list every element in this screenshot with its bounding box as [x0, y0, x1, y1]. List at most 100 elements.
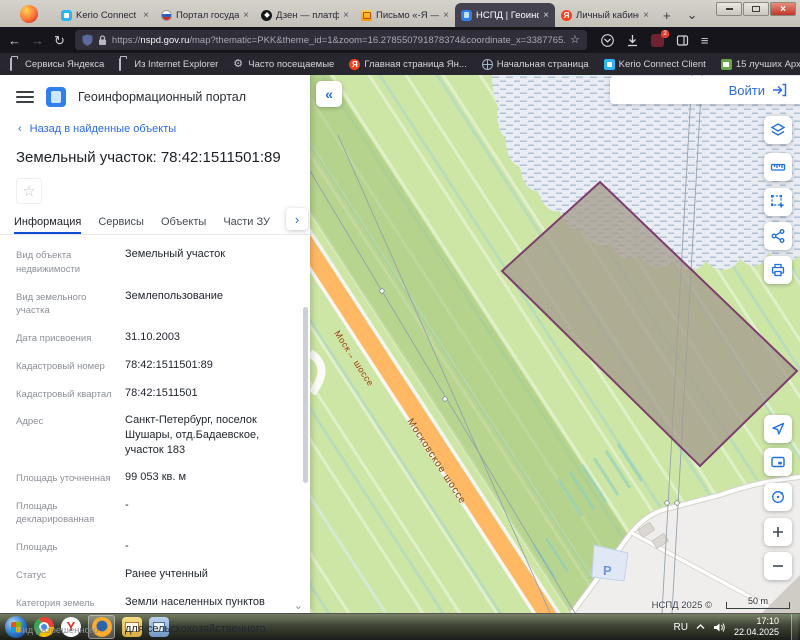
panel-scrollbar[interactable]	[303, 307, 308, 483]
plus-icon	[771, 525, 785, 539]
measure-button[interactable]	[764, 153, 792, 181]
minimize-button[interactable]	[716, 2, 742, 16]
url-scheme: https://	[112, 35, 141, 46]
map-attribution: НСПД 2025 ©	[652, 600, 712, 611]
browser-tab-dzen[interactable]: Дзен — платформ... ×	[255, 3, 355, 27]
tab-close-icon[interactable]: ×	[343, 10, 349, 21]
clock-time: 17:10	[734, 616, 779, 627]
bookmarks-bar: Сервисы Яндекса Из Internet Explorer ⚙Ча…	[0, 53, 800, 75]
tab-overflow-button[interactable]: ⌄	[679, 7, 706, 23]
bookmark-architects[interactable]: 15 лучших Архитекту...	[721, 59, 800, 70]
tab-title: Kerio Connect Client	[76, 10, 139, 21]
language-indicator[interactable]: RU	[674, 622, 688, 633]
login-button[interactable]: Войти	[610, 76, 800, 104]
browser-tab-kerio[interactable]: Kerio Connect Client ×	[55, 3, 155, 27]
browser-tab-gosuslugi[interactable]: Портал государств... ×	[155, 3, 255, 27]
share-button[interactable]	[764, 222, 792, 250]
document-icon	[721, 59, 732, 70]
browser-tab-mail[interactable]: Письмо «-Я — про... ×	[355, 3, 455, 27]
zoom-in-button[interactable]	[764, 518, 792, 546]
bookmark-start-page[interactable]: Начальная страница	[482, 59, 589, 70]
kerio-icon	[61, 10, 72, 21]
tab-close-icon[interactable]: ×	[443, 10, 449, 21]
field-row: Категория земельЗемли населенных пунктов	[16, 595, 294, 611]
extensions-puzzle-icon[interactable]	[676, 34, 689, 47]
field-label: Дата присвоения	[16, 330, 113, 346]
field-value: 31.10.2003	[113, 330, 294, 346]
chevrons-left-icon: «	[325, 86, 333, 102]
field-value: -	[113, 498, 294, 528]
bookmark-yandex-services[interactable]: Сервисы Яндекса	[10, 59, 104, 70]
scroll-down-icon[interactable]: ⌄	[294, 599, 303, 612]
bookmark-label: Главная страница Ян...	[364, 59, 466, 70]
clock[interactable]: 17:10 22.04.2025	[734, 616, 783, 639]
map-canvas[interactable]: Р Моск→ шоссе Московское шоссе	[310, 75, 800, 613]
tabs-scroll-right-button[interactable]: ›	[286, 208, 308, 230]
select-area-button[interactable]	[764, 188, 792, 216]
locate-me-button[interactable]	[764, 415, 792, 443]
page-content: Геоинформационный портал ‹ Назад в найде…	[0, 75, 800, 613]
maximize-button[interactable]	[743, 2, 769, 16]
lock-icon[interactable]	[98, 35, 107, 46]
volume-icon[interactable]	[713, 622, 726, 633]
tray-expand-icon[interactable]	[696, 624, 705, 630]
pocket-icon[interactable]	[601, 34, 614, 47]
field-row: Кадастровый квартал78:42:1511501	[16, 386, 294, 402]
browser-tab-nspd-active[interactable]: НСПД | Геоинформ... ×	[455, 3, 555, 27]
tab-services[interactable]: Сервисы	[98, 216, 144, 234]
chevron-left-icon: ‹	[18, 123, 22, 135]
bookmark-yandex-home[interactable]: ЯГлавная страница Ян...	[349, 59, 466, 70]
tab-close-icon[interactable]: ×	[543, 10, 549, 21]
tab-title: НСПД | Геоинформ...	[476, 10, 539, 21]
compass-tool-button[interactable]	[764, 483, 792, 511]
menu-icon[interactable]: ≡	[701, 34, 709, 47]
tracking-shield-icon[interactable]	[82, 34, 93, 46]
ruler-icon	[770, 159, 786, 175]
field-value: 78:42:1511501:89	[113, 358, 294, 374]
reload-icon[interactable]: ↻	[54, 34, 65, 47]
field-label: Площадь декларированная	[16, 498, 113, 528]
bookmark-label: 15 лучших Архитекту...	[736, 59, 800, 70]
field-row: Площадь декларированная-	[16, 498, 294, 528]
browser-tab-cabinet[interactable]: Я Личный кабинет «П... ×	[555, 3, 655, 27]
field-row: Кадастровый номер78:42:1511501:89	[16, 358, 294, 374]
print-button[interactable]	[764, 256, 792, 284]
layers-button[interactable]	[764, 116, 792, 144]
nspd-icon	[461, 10, 472, 21]
tab-objects[interactable]: Объекты	[161, 216, 206, 234]
nspd-logo-icon	[46, 87, 66, 107]
object-info-panel: Геоинформационный портал ‹ Назад в найде…	[0, 75, 310, 613]
field-row: Дата присвоения31.10.2003	[16, 330, 294, 346]
bookmark-star-icon[interactable]: ☆	[570, 35, 580, 46]
share-icon	[770, 228, 786, 244]
bookmark-from-ie[interactable]: Из Internet Explorer	[119, 59, 218, 70]
tab-parcel-parts[interactable]: Части ЗУ	[223, 216, 270, 234]
tab-close-icon[interactable]: ×	[143, 10, 149, 21]
tab-information[interactable]: Информация	[14, 216, 81, 234]
download-icon[interactable]	[626, 34, 639, 47]
zoom-out-button[interactable]	[764, 552, 792, 580]
tab-title: Портал государств...	[176, 10, 239, 21]
new-tab-button[interactable]: +	[655, 8, 679, 23]
minimap-button[interactable]	[764, 448, 792, 476]
window-controls: ×	[716, 2, 796, 16]
extension-badged-icon[interactable]: 2	[651, 34, 664, 47]
menu-hamburger-icon[interactable]	[16, 91, 34, 103]
back-icon[interactable]: ←	[8, 34, 21, 47]
field-value: для сельскохозяйственного использования	[113, 622, 294, 640]
back-to-results-link[interactable]: ‹ Назад в найденные объекты	[0, 115, 310, 139]
tab-close-icon[interactable]: ×	[243, 10, 249, 21]
bookmark-kerio[interactable]: Kerio Connect Client	[604, 59, 706, 70]
field-value: Землепользование	[113, 289, 294, 319]
printer-icon	[770, 262, 786, 278]
url-bar[interactable]: https://nspd.gov.ru/map?thematic=PKK&the…	[75, 30, 587, 50]
tab-close-icon[interactable]: ×	[643, 10, 649, 21]
favorite-star-button[interactable]: ☆	[16, 178, 42, 204]
forward-icon[interactable]: →	[31, 34, 44, 47]
show-desktop-button[interactable]	[791, 614, 798, 640]
firefox-app-icon[interactable]	[20, 5, 38, 23]
minimap-icon	[770, 454, 786, 470]
close-button[interactable]: ×	[770, 2, 796, 16]
panel-collapse-button[interactable]: «	[316, 81, 342, 107]
bookmark-frequent[interactable]: ⚙Часто посещаемые	[233, 59, 334, 70]
